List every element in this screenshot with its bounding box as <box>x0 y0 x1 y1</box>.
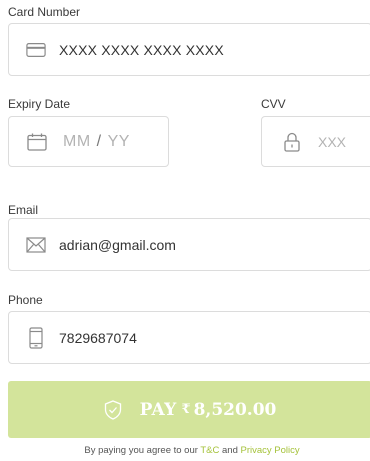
expiry-date-label: Expiry Date <box>8 97 71 111</box>
pay-label: PAY <box>139 399 177 420</box>
payment-form: Card Number XXXX XXXX XXXX XXXX Expiry D… <box>0 0 370 461</box>
shield-check-icon <box>104 399 122 420</box>
envelope-icon <box>26 235 46 255</box>
terms-prefix: By paying you agree to our <box>84 445 198 456</box>
pay-button[interactable]: PAY ₹ 8,520.00 <box>8 381 370 438</box>
cvv-label: CVV <box>261 97 286 111</box>
terms-text: By paying you agree to our T&C and Priva… <box>0 445 370 456</box>
tc-link[interactable]: T&C <box>200 445 219 456</box>
terms-joiner: and <box>222 445 238 456</box>
currency-symbol: ₹ <box>181 402 191 417</box>
phone-value: 7829687074 <box>59 329 137 346</box>
phone-label: Phone <box>8 293 43 307</box>
calendar-icon <box>27 132 47 152</box>
privacy-policy-link[interactable]: Privacy Policy <box>241 445 300 456</box>
card-number-placeholder: XXXX XXXX XXXX XXXX <box>59 41 224 58</box>
card-number-field[interactable]: XXXX XXXX XXXX XXXX <box>8 23 370 76</box>
cvv-field[interactable]: XXX <box>261 116 370 167</box>
expiry-year-placeholder: YY <box>107 132 130 150</box>
expiry-month-placeholder: MM <box>63 132 91 150</box>
card-number-label: Card Number <box>8 5 81 19</box>
expiry-separator: / <box>96 132 102 150</box>
phone-icon <box>26 326 46 349</box>
expiry-date-field[interactable]: MM / YY <box>8 116 169 167</box>
cvv-placeholder: XXX <box>318 133 347 150</box>
email-field[interactable]: adrian@gmail.com <box>8 218 370 271</box>
lock-icon <box>282 132 302 152</box>
phone-field[interactable]: 7829687074 <box>8 311 370 364</box>
credit-card-icon <box>26 40 46 60</box>
email-label: Email <box>8 203 39 217</box>
pay-amount: 8,520.00 <box>193 399 277 420</box>
email-value: adrian@gmail.com <box>59 236 176 253</box>
